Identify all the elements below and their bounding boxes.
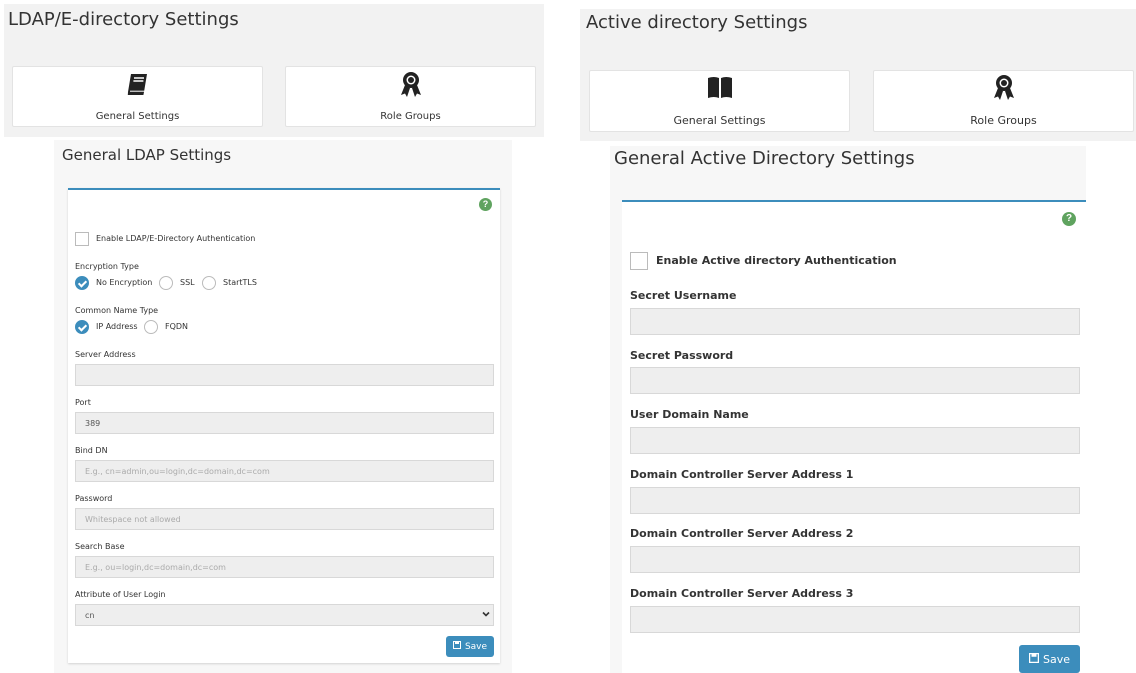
enable-ad-checkbox[interactable] (630, 252, 648, 270)
password-input[interactable]: Whitespace not allowed (75, 508, 494, 530)
radio-ip-address-label: IP Address (96, 322, 138, 331)
ldap-tab-role-groups[interactable]: Role Groups (285, 66, 536, 127)
ad-tab-general-settings[interactable]: General Settings (589, 70, 850, 132)
ldap-tab-general-settings[interactable]: General Settings (12, 66, 263, 127)
user-login-attr-value: cn (75, 604, 494, 626)
open-book-icon (706, 75, 734, 106)
secret-password-label: Secret Password (630, 349, 734, 362)
search-base-label: Search Base (75, 542, 125, 551)
user-domain-name-label: User Domain Name (630, 408, 749, 421)
floppy-disk-icon (1028, 652, 1039, 666)
dc-server-address-2-label: Domain Controller Server Address 2 (630, 527, 854, 540)
ad-page-title: Active directory Settings (586, 12, 808, 33)
radio-ip-address[interactable] (75, 320, 89, 334)
radio-no-encryption-label: No Encryption (96, 278, 153, 287)
save-label: Save (1042, 652, 1070, 666)
tab-label: Role Groups (380, 111, 441, 122)
chevron-down-icon (482, 610, 490, 620)
enable-ad-label: Enable Active directory Authentication (656, 254, 897, 267)
ad-tab-role-groups[interactable]: Role Groups (873, 70, 1134, 132)
dc-server-address-1-label: Domain Controller Server Address 1 (630, 468, 854, 481)
radio-fqdn[interactable] (144, 320, 158, 334)
server-address-input[interactable] (75, 364, 494, 386)
common-name-type-label: Common Name Type (75, 306, 159, 315)
ribbon-award-icon (991, 73, 1017, 106)
radio-ssl[interactable] (159, 276, 173, 290)
dc-server-address-3-input[interactable] (630, 606, 1080, 633)
ldap-form-card: ? Enable LDAP/E-Directory Authentication… (68, 188, 500, 663)
user-domain-name-input[interactable] (630, 427, 1080, 454)
tab-label: General Settings (95, 111, 180, 122)
radio-no-encryption[interactable] (75, 276, 89, 290)
ldap-section-title: General LDAP Settings (62, 146, 232, 164)
bind-dn-label: Bind DN (75, 446, 108, 455)
tab-label: General Settings (673, 114, 766, 127)
server-address-label: Server Address (75, 350, 136, 359)
user-login-attr-label: Attribute of User Login (75, 590, 166, 599)
dc-server-address-1-input[interactable] (630, 487, 1080, 514)
ad-save-button[interactable]: Save (1019, 645, 1080, 673)
port-input[interactable]: 389 (75, 412, 494, 434)
radio-ssl-label: SSL (180, 278, 195, 287)
enable-ldap-checkbox[interactable] (75, 232, 89, 246)
secret-password-input[interactable] (630, 367, 1080, 394)
password-label: Password (75, 494, 113, 503)
ldap-save-button[interactable]: Save (446, 636, 494, 657)
radio-starttls-label: StartTLS (223, 278, 257, 287)
secret-username-label: Secret Username (630, 289, 737, 302)
radio-starttls[interactable] (202, 276, 216, 290)
help-icon[interactable]: ? (479, 198, 492, 211)
floppy-disk-icon (452, 641, 461, 652)
encryption-type-label: Encryption Type (75, 262, 139, 271)
ad-section-title: General Active Directory Settings (614, 148, 915, 169)
enable-ldap-label: Enable LDAP/E-Directory Authentication (96, 234, 256, 243)
tab-label: Role Groups (970, 114, 1037, 127)
ad-form-card: ? Enable Active directory Authentication… (622, 200, 1086, 673)
port-label: Port (75, 398, 91, 407)
secret-username-input[interactable] (630, 308, 1080, 335)
search-base-input[interactable]: E.g., ou=login,dc=domain,dc=com (75, 556, 494, 578)
user-login-attr-select[interactable]: cn (75, 604, 494, 626)
bind-dn-input[interactable]: E.g., cn=admin,ou=login,dc=domain,dc=com (75, 460, 494, 482)
dc-server-address-3-label: Domain Controller Server Address 3 (630, 587, 854, 600)
save-label: Save (464, 641, 488, 652)
radio-fqdn-label: FQDN (165, 322, 189, 331)
ribbon-award-icon (398, 70, 424, 103)
book-icon (124, 70, 152, 103)
ldap-page-title: LDAP/E-directory Settings (8, 9, 239, 30)
dc-server-address-2-input[interactable] (630, 546, 1080, 573)
help-icon[interactable]: ? (1062, 212, 1076, 226)
